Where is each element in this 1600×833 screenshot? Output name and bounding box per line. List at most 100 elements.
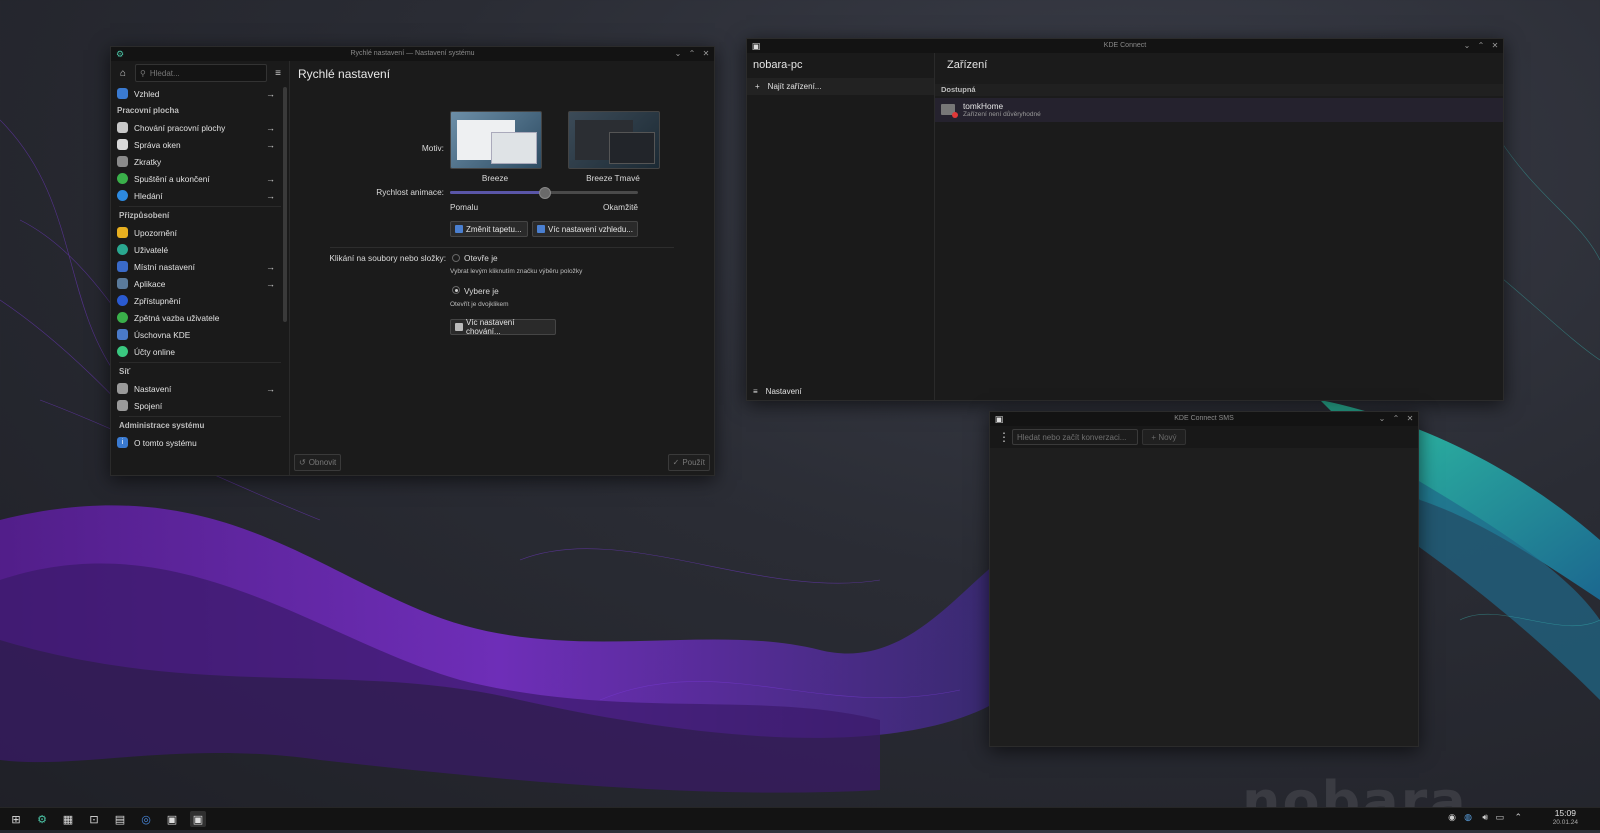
open-radio-label: Otevře je (464, 253, 498, 263)
open-radio[interactable] (452, 254, 460, 262)
system-settings-window: ⚙ Rychlé nastavení — Nastavení systému ⌄… (110, 46, 715, 476)
tray-updates-icon[interactable]: ◍ (1464, 812, 1472, 823)
more-behavior-settings-button[interactable]: Víc nastavení chování... (450, 318, 556, 336)
behavior-settings-icon (455, 323, 463, 331)
devices-title: Zařízení (947, 59, 988, 71)
reset-button[interactable]: ↺ Obnovit (294, 454, 342, 471)
arrow-right-icon: → (266, 190, 275, 201)
tray-network-icon[interactable]: ◉ (1448, 812, 1456, 823)
sidebar-item-connections[interactable]: Spojení (111, 397, 289, 414)
sidebar-scrollbar[interactable] (283, 87, 287, 322)
discover-icon[interactable]: ▦ (60, 811, 76, 827)
kdeconnect-titlebar[interactable]: ▣ KDE Connect ⌄ ⌃ ✕ (747, 39, 1503, 53)
apply-button[interactable]: ✓ Použít (667, 454, 710, 471)
kdeconnect-task-icon[interactable]: ▣ (164, 811, 180, 827)
sidebar-category-workspace: Pracovní plocha (117, 106, 179, 115)
change-wallpaper-button[interactable]: Změnit tapetu... (450, 221, 528, 237)
file-manager-icon[interactable]: ▤ (112, 811, 128, 827)
maximize-icon[interactable]: ⌃ (1477, 39, 1485, 53)
reset-icon: ↺ (299, 458, 306, 467)
kdeconnect-settings-button[interactable]: ≡ Nastavení (753, 384, 802, 398)
tray-expand-icon[interactable]: ⌃ (1514, 812, 1522, 823)
new-conversation-button[interactable]: + Nový (1142, 429, 1186, 445)
device-list-item[interactable]: tomkHome Zařízení není důvěryhodné (935, 98, 1503, 122)
animation-speed-slider[interactable] (450, 187, 638, 199)
volume-icon[interactable]: 🔊︎ (1482, 812, 1488, 823)
sidebar-item-accessibility[interactable]: Zpřístupnění (111, 292, 289, 309)
available-section-header: Dostupná (935, 84, 1503, 96)
settings-sidebar: ⌂ ⚲ Hledat... ≡ Vzhled → Pracovní plocha … (111, 61, 290, 475)
sidebar-item-startup[interactable]: Spuštění a ukončení → (111, 170, 289, 187)
conversation-search-input[interactable]: Hledat nebo začít konverzaci... (1012, 429, 1138, 445)
theme-breeze-dark-caption: Breeze Tmavé (586, 173, 640, 183)
animation-fast-label: Okamžitě (602, 202, 638, 212)
minimize-icon[interactable]: ⌄ (1378, 412, 1386, 426)
plus-icon: + (755, 82, 760, 91)
store-bag-icon[interactable]: ⊡ (86, 811, 102, 827)
accessibility-icon (117, 295, 128, 306)
close-icon[interactable]: ✕ (702, 47, 710, 61)
minimize-icon[interactable]: ⌄ (1463, 39, 1471, 53)
sidebar-item-kwallet[interactable]: Úschovna KDE (111, 326, 289, 343)
animation-slider-fill (450, 191, 544, 194)
browser-icon[interactable]: ◎ (138, 811, 154, 827)
kdeconnect-sidebar: nobara-pc + Najít zařízení... ≡ Nastavení (747, 53, 935, 400)
arrow-right-icon: → (266, 173, 275, 184)
animation-speed-label: Rychlost animace: (376, 187, 444, 197)
kebab-menu-icon[interactable]: ⋮ (998, 430, 1010, 444)
sidebar-item-online-accounts[interactable]: Účty online (111, 343, 289, 360)
settings-window-title: Rychlé nastavení — Nastavení systému (350, 50, 475, 57)
sidebar-category-personalization: Přizpůsobení (119, 206, 281, 224)
theme-breeze-caption: Breeze (481, 173, 509, 183)
animation-slider-handle[interactable] (539, 187, 551, 199)
sidebar-category-network: Síť (119, 362, 281, 380)
device-name: tomkHome (963, 101, 1004, 111)
sidebar-item-network-settings[interactable]: Nastavení → (111, 380, 289, 397)
close-icon[interactable]: ✕ (1406, 412, 1414, 426)
search-icon: ⚲ (140, 68, 146, 78)
display-icon[interactable]: ▭ (1495, 812, 1504, 823)
app-launcher-icon[interactable]: ⊞ (8, 811, 24, 827)
appearance-settings-icon (537, 225, 545, 233)
sidebar-item-users[interactable]: Uživatelé (111, 241, 289, 258)
select-radio-label: Vybere je (464, 286, 499, 296)
kdeconnect-devices-panel: Zařízení Dostupná tomkHome Zařízení není… (935, 53, 1503, 400)
sidebar-search-input[interactable]: ⚲ Hledat... (135, 64, 267, 82)
arrow-right-icon: → (266, 383, 275, 394)
home-icon[interactable]: ⌂ (115, 68, 131, 79)
sidebar-item-applications[interactable]: Aplikace → (111, 275, 289, 292)
find-devices-button[interactable]: + Najít zařízení... (747, 78, 934, 95)
sidebar-item-notifications[interactable]: Upozornění (111, 224, 289, 241)
sidebar-item-window-management[interactable]: Správa oken → (111, 136, 289, 153)
sidebar-item-shortcuts[interactable]: Zkratky (111, 153, 289, 170)
computer-untrusted-icon (941, 104, 958, 118)
window-management-icon (117, 139, 128, 150)
sidebar-item-feedback[interactable]: Zpětná vazba uživatele (111, 309, 289, 326)
sidebar-item-search[interactable]: Hledání → (111, 187, 289, 204)
select-radio[interactable] (452, 286, 460, 294)
more-appearance-settings-button[interactable]: Víc nastavení vzhledu... (532, 221, 638, 237)
sms-titlebar[interactable]: ▣ KDE Connect SMS ⌄ ⌃ ✕ (990, 412, 1418, 426)
sidebar-item-about[interactable]: iO tomto systému (111, 434, 289, 451)
regional-flag-icon (117, 261, 128, 272)
theme-breeze-thumbnail[interactable] (450, 111, 542, 169)
maximize-icon[interactable]: ⌃ (1392, 412, 1400, 426)
kdeconnect-sms-task-icon[interactable]: ▣ (190, 811, 206, 827)
close-icon[interactable]: ✕ (1491, 39, 1499, 53)
clock[interactable]: 15:09 20.01.24 (1553, 809, 1578, 827)
sidebar-item-regional[interactable]: Místní nastavení → (111, 258, 289, 275)
system-settings-task-icon[interactable]: ⚙ (34, 811, 50, 827)
sidebar-item-desktop-behavior[interactable]: Chování pracovní plochy → (111, 119, 289, 136)
kde-connect-window: ▣ KDE Connect ⌄ ⌃ ✕ nobara-pc + Najít zař… (746, 38, 1504, 401)
minimize-icon[interactable]: ⌄ (674, 47, 682, 61)
users-icon (117, 244, 128, 255)
hamburger-menu-icon: ≡ (753, 386, 758, 396)
clock-date: 20.01.24 (1552, 819, 1578, 826)
sidebar-category-admin: Administrace systému (119, 416, 281, 434)
maximize-icon[interactable]: ⌃ (688, 47, 696, 61)
kdeconnect-window-title: KDE Connect (1103, 42, 1147, 49)
hamburger-menu-icon[interactable]: ≡ (271, 68, 285, 79)
settings-titlebar[interactable]: ⚙ Rychlé nastavení — Nastavení systému ⌄… (111, 47, 714, 61)
sidebar-item-appearance[interactable]: Vzhled → (111, 85, 289, 102)
theme-breeze-dark-thumbnail[interactable] (568, 111, 660, 169)
